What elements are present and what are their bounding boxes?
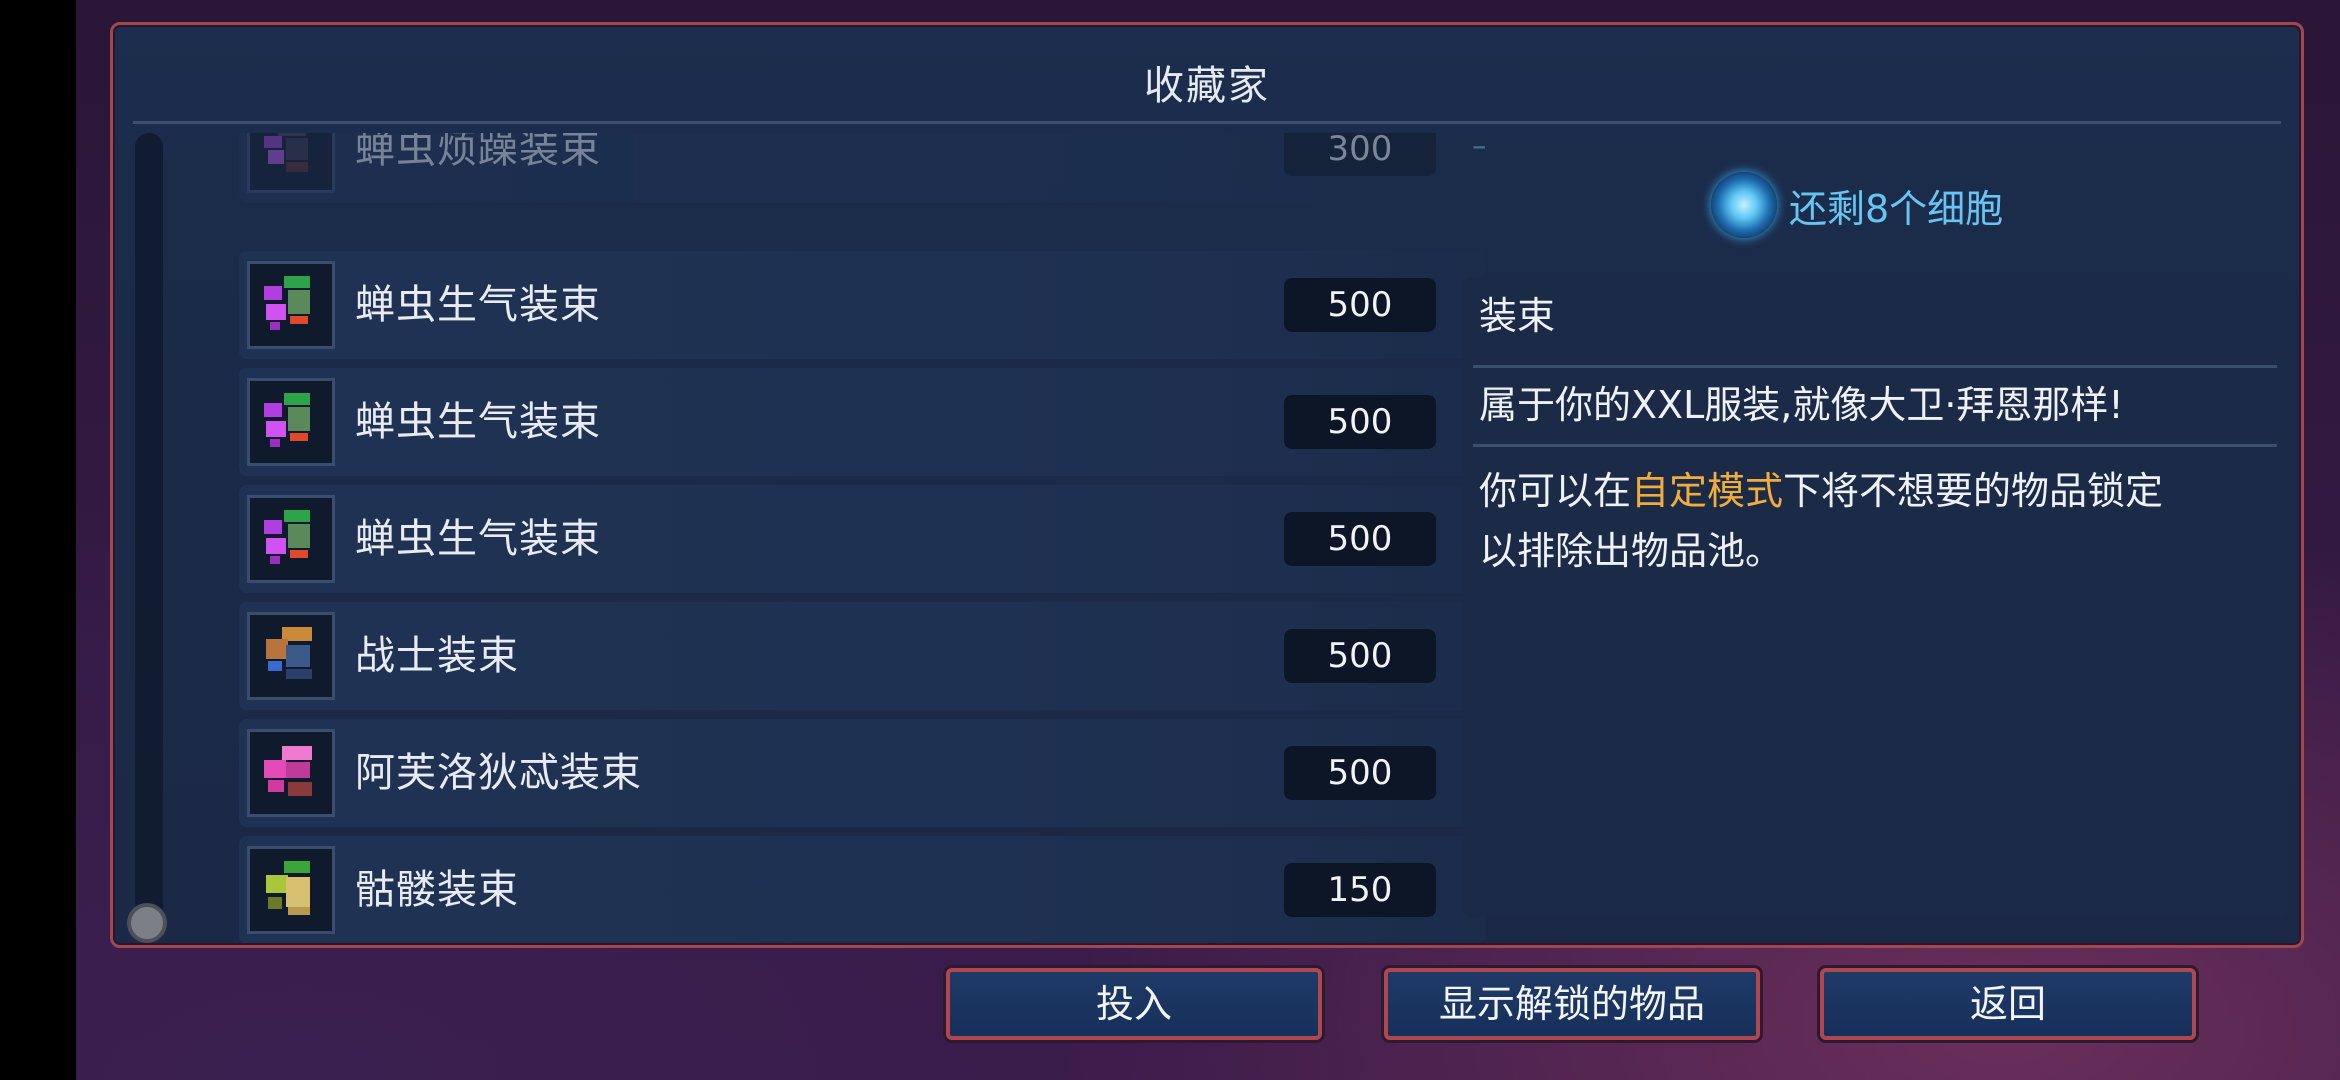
list-item[interactable]: 蝉虫烦躁装束 300 + xyxy=(239,133,1485,203)
item-cost: 300 xyxy=(1284,133,1436,176)
purple-outfit-icon xyxy=(247,133,335,193)
item-cost: 500 xyxy=(1284,395,1436,449)
scrollbar-thumb[interactable] xyxy=(127,903,167,943)
description-line1: 属于你的XXL服装,就像大卫·拜恩那样! xyxy=(1479,383,2124,427)
item-name: 骷髅装束 xyxy=(355,867,519,913)
description-tip: 你可以在自定模式下将不想要的物品锁定 以排除出物品池。 xyxy=(1479,461,2267,581)
item-list: 蝉虫烦躁装束 300 + 蝉虫生气装束 500 + xyxy=(239,133,1485,943)
description-line3: 以排除出物品池。 xyxy=(1479,529,1784,573)
description-line2: 你可以在自定模式下将不想要的物品锁定 xyxy=(1479,469,2164,513)
item-name: 蝉虫生气装束 xyxy=(355,399,601,445)
panel-title: 收藏家 xyxy=(1144,63,1270,109)
plus-icon[interactable]: + xyxy=(1461,133,1485,179)
cell-icon xyxy=(1711,172,1777,238)
back-button[interactable]: 返回 xyxy=(1820,968,2196,1040)
item-name: 蝉虫烦躁装束 xyxy=(355,133,601,172)
collector-panel: 收藏家 蝉虫烦躁装束 300 + xyxy=(110,22,2304,948)
item-cost: 500 xyxy=(1284,278,1436,332)
item-name: 阿芙洛狄忒装束 xyxy=(355,750,642,796)
purple-green-outfit-icon xyxy=(247,495,335,583)
list-item[interactable]: 骷髅装束 150 + xyxy=(239,836,1485,943)
pink-outfit-icon xyxy=(247,729,335,817)
warrior-outfit-icon xyxy=(247,612,335,700)
invest-button[interactable]: 投入 xyxy=(946,968,1322,1040)
cells-remaining-text: 还剩8个细胞 xyxy=(1789,186,2004,231)
title-divider xyxy=(133,121,2281,124)
item-cost: 500 xyxy=(1284,512,1436,566)
list-item[interactable]: 蝉虫生气装束 500 + xyxy=(239,368,1485,476)
item-cost: 500 xyxy=(1284,746,1436,800)
description-box: 装束 属于你的XXL服装,就像大卫·拜恩那样! 你可以在自定模式下将不想要的物品… xyxy=(1463,277,2287,917)
item-name: 战士装束 xyxy=(355,633,519,679)
custom-mode-highlight: 自定模式 xyxy=(1631,469,1784,513)
cells-counter: 还剩8个细胞 xyxy=(1711,165,2003,245)
list-item[interactable]: 阿芙洛狄忒装束 500 + xyxy=(239,719,1485,827)
list-item[interactable]: 蝉虫生气装束 500 + xyxy=(239,485,1485,593)
description-divider xyxy=(1473,365,2277,368)
list-item[interactable]: 蝉虫生气装束 500 + xyxy=(239,251,1485,359)
description-heading: 装束 xyxy=(1479,294,1556,338)
item-name: 蝉虫生气装束 xyxy=(355,282,601,328)
scrollbar-track[interactable] xyxy=(135,133,163,923)
item-cost: 500 xyxy=(1284,629,1436,683)
skeleton-outfit-icon xyxy=(247,846,335,934)
list-item[interactable]: 战士装束 500 + xyxy=(239,602,1485,710)
show-unlocked-button[interactable]: 显示解锁的物品 xyxy=(1384,968,1760,1040)
purple-green-outfit-icon xyxy=(247,378,335,466)
item-cost: 150 xyxy=(1284,863,1436,917)
item-name: 蝉虫生气装束 xyxy=(355,516,601,562)
description-divider xyxy=(1473,444,2277,447)
purple-green-outfit-icon xyxy=(247,261,335,349)
